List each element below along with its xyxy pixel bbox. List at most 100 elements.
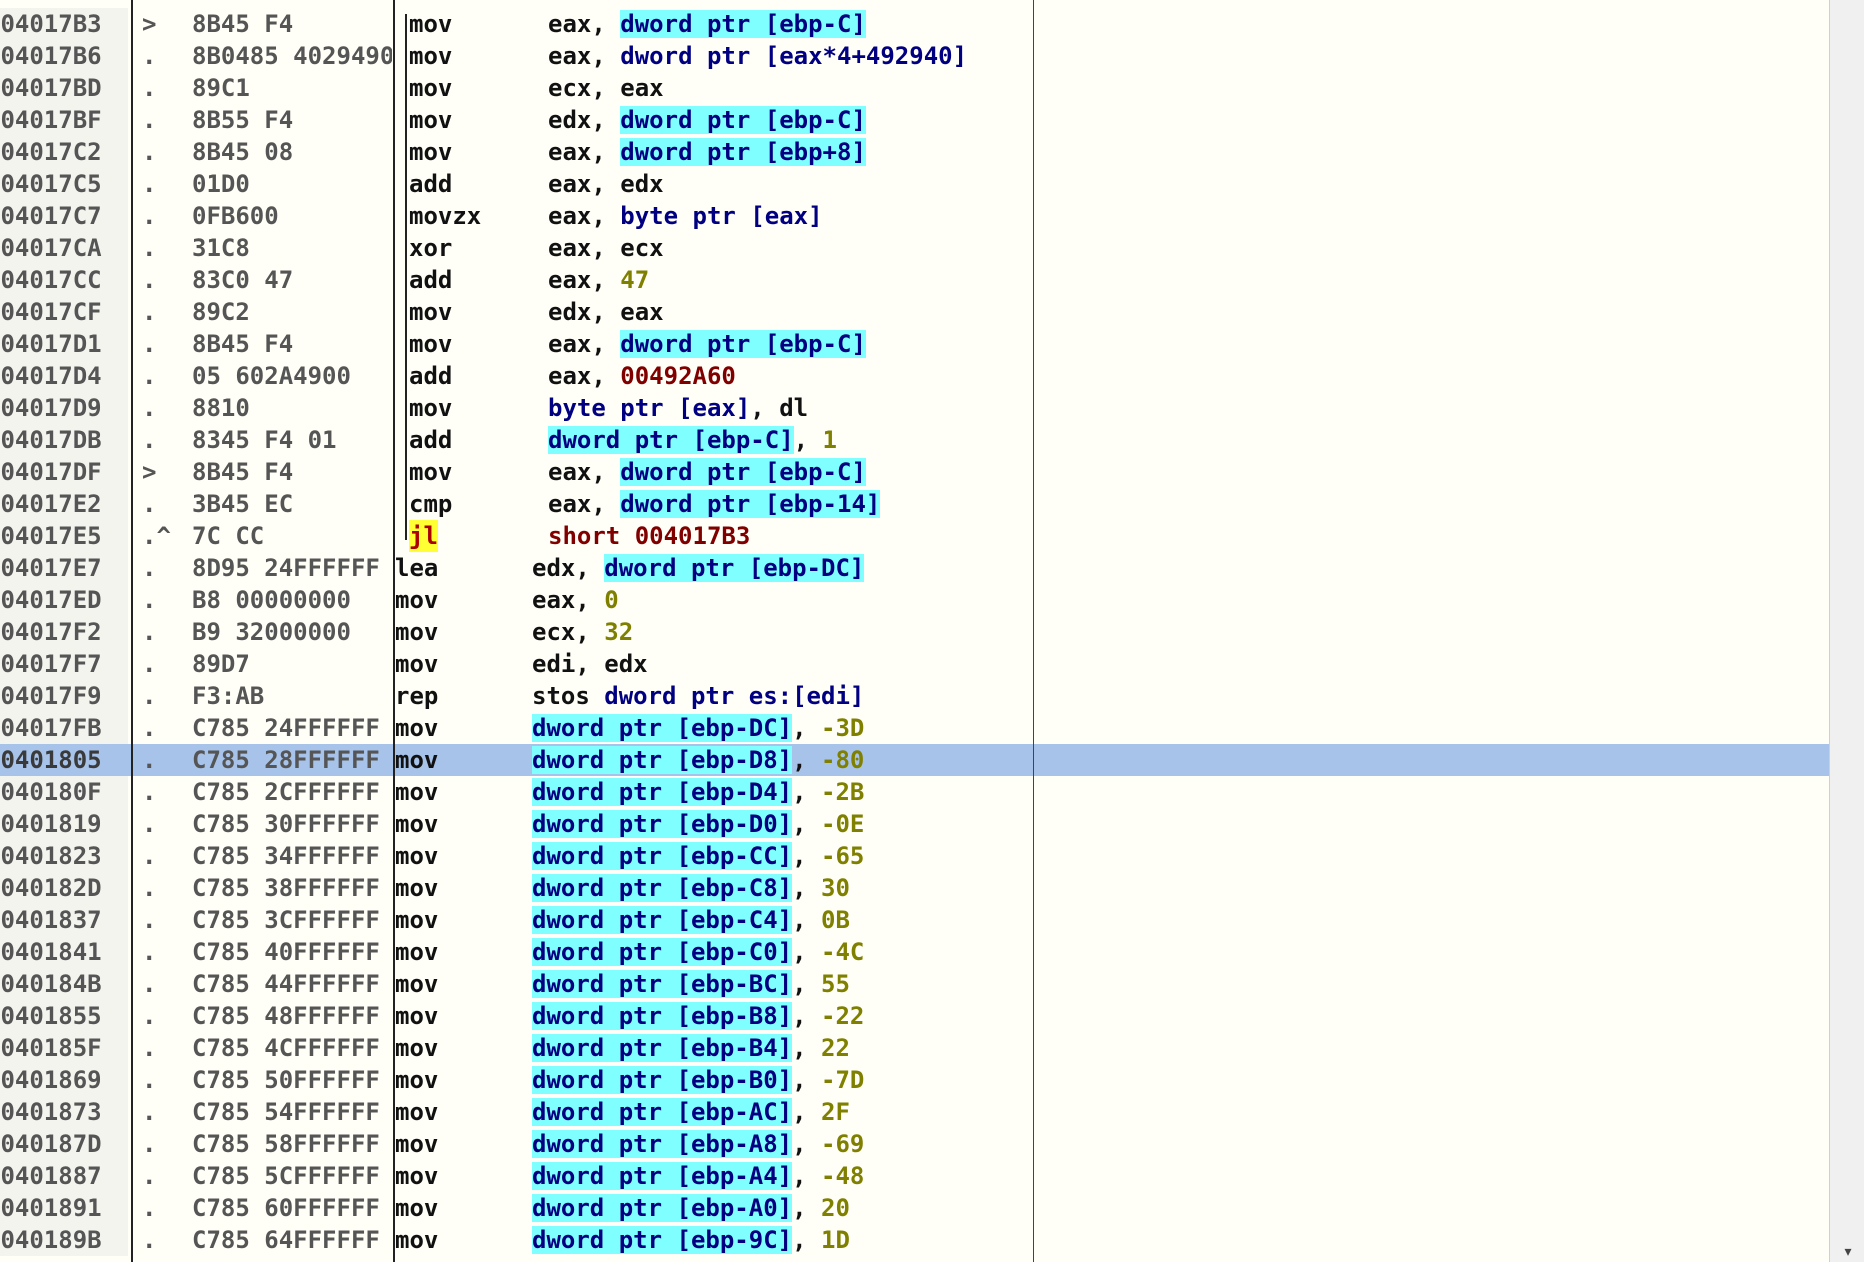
instruction-row[interactable]: 00401873. C785 54FFFFFF mov dword ptr [ebp-… bbox=[0, 1096, 1830, 1128]
operand-token: eax bbox=[548, 490, 592, 518]
instruction-row[interactable]: 004017B3 >8B45 F4 mov eax, dword ptr [ebp-C… bbox=[0, 8, 1830, 40]
operands: edi, edx bbox=[532, 648, 648, 680]
instruction-row[interactable]: 004017D9. 8810 mov byte ptr [eax], dl bbox=[0, 392, 1830, 424]
instruction-row[interactable]: 004017B6. 8B0485 4029490 mov eax, dword ptr… bbox=[0, 40, 1830, 72]
address-cell: 004017FB bbox=[0, 712, 128, 744]
operand-token: edx bbox=[532, 554, 576, 582]
instruction-row[interactable]: 004017C7. 0FB600 movzx eax, byte ptr [eax] bbox=[0, 200, 1830, 232]
vertical-scrollbar[interactable]: ▾ bbox=[1829, 0, 1864, 1262]
instruction-row[interactable]: 004017E2. 3B45 EC cmp eax, dword ptr [ebp-1… bbox=[0, 488, 1830, 520]
operands: short 004017B3 bbox=[548, 520, 750, 552]
instruction-row[interactable]: 0040187D. C785 58FFFFFF mov dword ptr [ebp-… bbox=[0, 1128, 1830, 1160]
mnemonic: add bbox=[409, 266, 453, 294]
instruction-row[interactable]: 00401841. C785 40FFFFFF mov dword ptr [ebp-… bbox=[0, 936, 1830, 968]
disassembly-cell: mov ecx, 32 bbox=[395, 616, 1830, 648]
disassembly-pane[interactable]: 004017B3 >8B45 F4 mov eax, dword ptr [ebp-C… bbox=[0, 0, 1830, 1262]
operand-token: , bbox=[792, 1162, 821, 1190]
operands: edx, dword ptr [ebp-C] bbox=[548, 104, 866, 136]
operand-token: dword ptr [ebp-A0] bbox=[532, 1194, 793, 1222]
instruction-row[interactable]: 00401855. C785 48FFFFFF mov dword ptr [ebp-… bbox=[0, 1000, 1830, 1032]
instruction-row[interactable]: 00401819. C785 30FFFFFF mov dword ptr [ebp-… bbox=[0, 808, 1830, 840]
disassembly-cell: mov dword ptr [ebp-D0], -0E bbox=[395, 808, 1830, 840]
operands: eax, dword ptr [eax*4+492940] bbox=[548, 40, 967, 72]
instruction-row[interactable]: 0040182D. C785 38FFFFFF mov dword ptr [ebp-… bbox=[0, 872, 1830, 904]
instruction-row[interactable]: 004017F2. B9 32000000 mov ecx, 32 bbox=[0, 616, 1830, 648]
operand-token: -4C bbox=[821, 938, 865, 966]
instruction-row[interactable]: 004017CF. 89C2 mov edx, eax bbox=[0, 296, 1830, 328]
scroll-down-icon[interactable]: ▾ bbox=[1838, 1244, 1858, 1260]
operand-token: edx bbox=[604, 650, 648, 678]
hex-bytes-cell: 01D0 bbox=[192, 170, 250, 198]
operand-token: , bbox=[591, 298, 621, 326]
disassembly-cell: mov eax, dword ptr [ebp-C] bbox=[395, 328, 1830, 360]
operand-token: , bbox=[792, 1098, 821, 1126]
instruction-row[interactable]: 00401823. C785 34FFFFFF mov dword ptr [ebp-… bbox=[0, 840, 1830, 872]
instruction-row[interactable]: 004017DB. 8345 F4 01 add dword ptr [ebp-C],… bbox=[0, 424, 1830, 456]
disassembly-cell: jl short 004017B3 bbox=[395, 520, 1830, 552]
operand-token: , bbox=[750, 394, 780, 422]
column-divider bbox=[131, 0, 133, 1262]
instruction-row[interactable]: 00401869. C785 50FFFFFF mov dword ptr [ebp-… bbox=[0, 1064, 1830, 1096]
instruction-row[interactable]: 004017D1. 8B45 F4 mov eax, dword ptr [ebp-C… bbox=[0, 328, 1830, 360]
mnemonic: mov bbox=[409, 10, 453, 38]
instruction-row[interactable]: 004017F9. F3:AB rep stos dword ptr es:[edi] bbox=[0, 680, 1830, 712]
operand-token: 30 bbox=[821, 874, 850, 902]
instruction-row[interactable]: 0040180F. C785 2CFFFFFF mov dword ptr [ebp-… bbox=[0, 776, 1830, 808]
mnemonic: mov bbox=[409, 42, 453, 70]
hex-bytes-cell: 8B45 08 bbox=[192, 138, 294, 166]
hex-bytes-cell: 89C2 bbox=[192, 298, 250, 326]
instruction-row[interactable]: 004017E7. 8D95 24FFFFFF lea edx, dword ptr … bbox=[0, 552, 1830, 584]
instruction-row[interactable]: 0040185F. C785 4CFFFFFF mov dword ptr [ebp-… bbox=[0, 1032, 1830, 1064]
instruction-row[interactable]: 004017BF. 8B55 F4 mov edx, dword ptr [ebp-C… bbox=[0, 104, 1830, 136]
instruction-row[interactable]: 004017E5 .^ 7C CC jl short 004017B3 bbox=[0, 520, 1830, 552]
mnemonic: mov bbox=[395, 842, 439, 870]
mnemonic: mov bbox=[409, 394, 453, 422]
loop-bracket bbox=[405, 14, 407, 540]
operand-token: -3D bbox=[821, 714, 865, 742]
instruction-row[interactable]: 00401805. C785 28FFFFFF mov dword ptr [ebp-… bbox=[0, 744, 1830, 776]
operand-token: dword ptr [ebp-C4] bbox=[532, 906, 793, 934]
instruction-row[interactable]: 004017DF >8B45 F4 mov eax, dword ptr [ebp-C… bbox=[0, 456, 1830, 488]
operands: eax, ecx bbox=[548, 232, 664, 264]
instruction-row[interactable]: 004017C5. 01D0 add eax, edx bbox=[0, 168, 1830, 200]
disassembly-cell: mov dword ptr [ebp-C4], 0B bbox=[395, 904, 1830, 936]
address-cell: 00401869 bbox=[0, 1064, 128, 1096]
operand-token: , bbox=[792, 970, 821, 998]
instruction-row[interactable]: 00401887. C785 5CFFFFFF mov dword ptr [ebp-… bbox=[0, 1160, 1830, 1192]
address-cell: 004017CC bbox=[0, 264, 128, 296]
instruction-row[interactable]: 004017BD. 89C1 mov ecx, eax bbox=[0, 72, 1830, 104]
instruction-row[interactable]: 004017C2. 8B45 08 mov eax, dword ptr [ebp+8… bbox=[0, 136, 1830, 168]
operands: dword ptr [ebp-C], 1 bbox=[548, 424, 837, 456]
address-cell: 004017E7 bbox=[0, 552, 128, 584]
instruction-row[interactable]: 0040184B. C785 44FFFFFF mov dword ptr [ebp-… bbox=[0, 968, 1830, 1000]
jump-marker: . bbox=[142, 906, 157, 934]
instruction-row[interactable]: 004017FB. C785 24FFFFFF mov dword ptr [ebp-… bbox=[0, 712, 1830, 744]
operands: ecx, eax bbox=[548, 72, 664, 104]
instruction-row[interactable]: 004017CA. 31C8 xor eax, ecx bbox=[0, 232, 1830, 264]
operand-token: -0E bbox=[821, 810, 865, 838]
hex-bytes-cell: 83C0 47 bbox=[192, 266, 294, 294]
instruction-row[interactable]: 0040189B. C785 64FFFFFF mov dword ptr [ebp-… bbox=[0, 1224, 1830, 1256]
instruction-row[interactable]: 004017ED. B8 00000000 mov eax, 0 bbox=[0, 584, 1830, 616]
operand-token: eax bbox=[548, 458, 592, 486]
operands: ecx, 32 bbox=[532, 616, 633, 648]
jump-marker: > bbox=[142, 10, 157, 38]
operand-token: eax bbox=[548, 234, 592, 262]
jump-marker: . bbox=[142, 106, 157, 134]
instruction-row[interactable]: 004017D4. 05 602A4900 add eax, 00492A60 bbox=[0, 360, 1830, 392]
address-cell: 00401805 bbox=[0, 744, 128, 776]
instruction-row[interactable]: 00401837. C785 3CFFFFFF mov dword ptr [ebp-… bbox=[0, 904, 1830, 936]
operand-token: dword ptr [ebp-B8] bbox=[532, 1002, 793, 1030]
instruction-row[interactable]: 00401891. C785 60FFFFFF mov dword ptr [ebp-… bbox=[0, 1192, 1830, 1224]
address-cell: 004017C7 bbox=[0, 200, 128, 232]
operands: eax, dword ptr [ebp-C] bbox=[548, 456, 866, 488]
operands: eax, 0 bbox=[532, 584, 619, 616]
instruction-row[interactable]: 004017F7. 89D7 mov edi, edx bbox=[0, 648, 1830, 680]
operand-token: , bbox=[792, 938, 821, 966]
instruction-row[interactable]: 004017CC. 83C0 47 add eax, 47 bbox=[0, 264, 1830, 296]
operands: edx, eax bbox=[548, 296, 664, 328]
hex-bytes-cell: F3:AB bbox=[192, 682, 265, 710]
disassembly-cell: mov eax, 0 bbox=[395, 584, 1830, 616]
hex-bytes-cell: 8B55 F4 bbox=[192, 106, 294, 134]
address-cell: 00401823 bbox=[0, 840, 128, 872]
